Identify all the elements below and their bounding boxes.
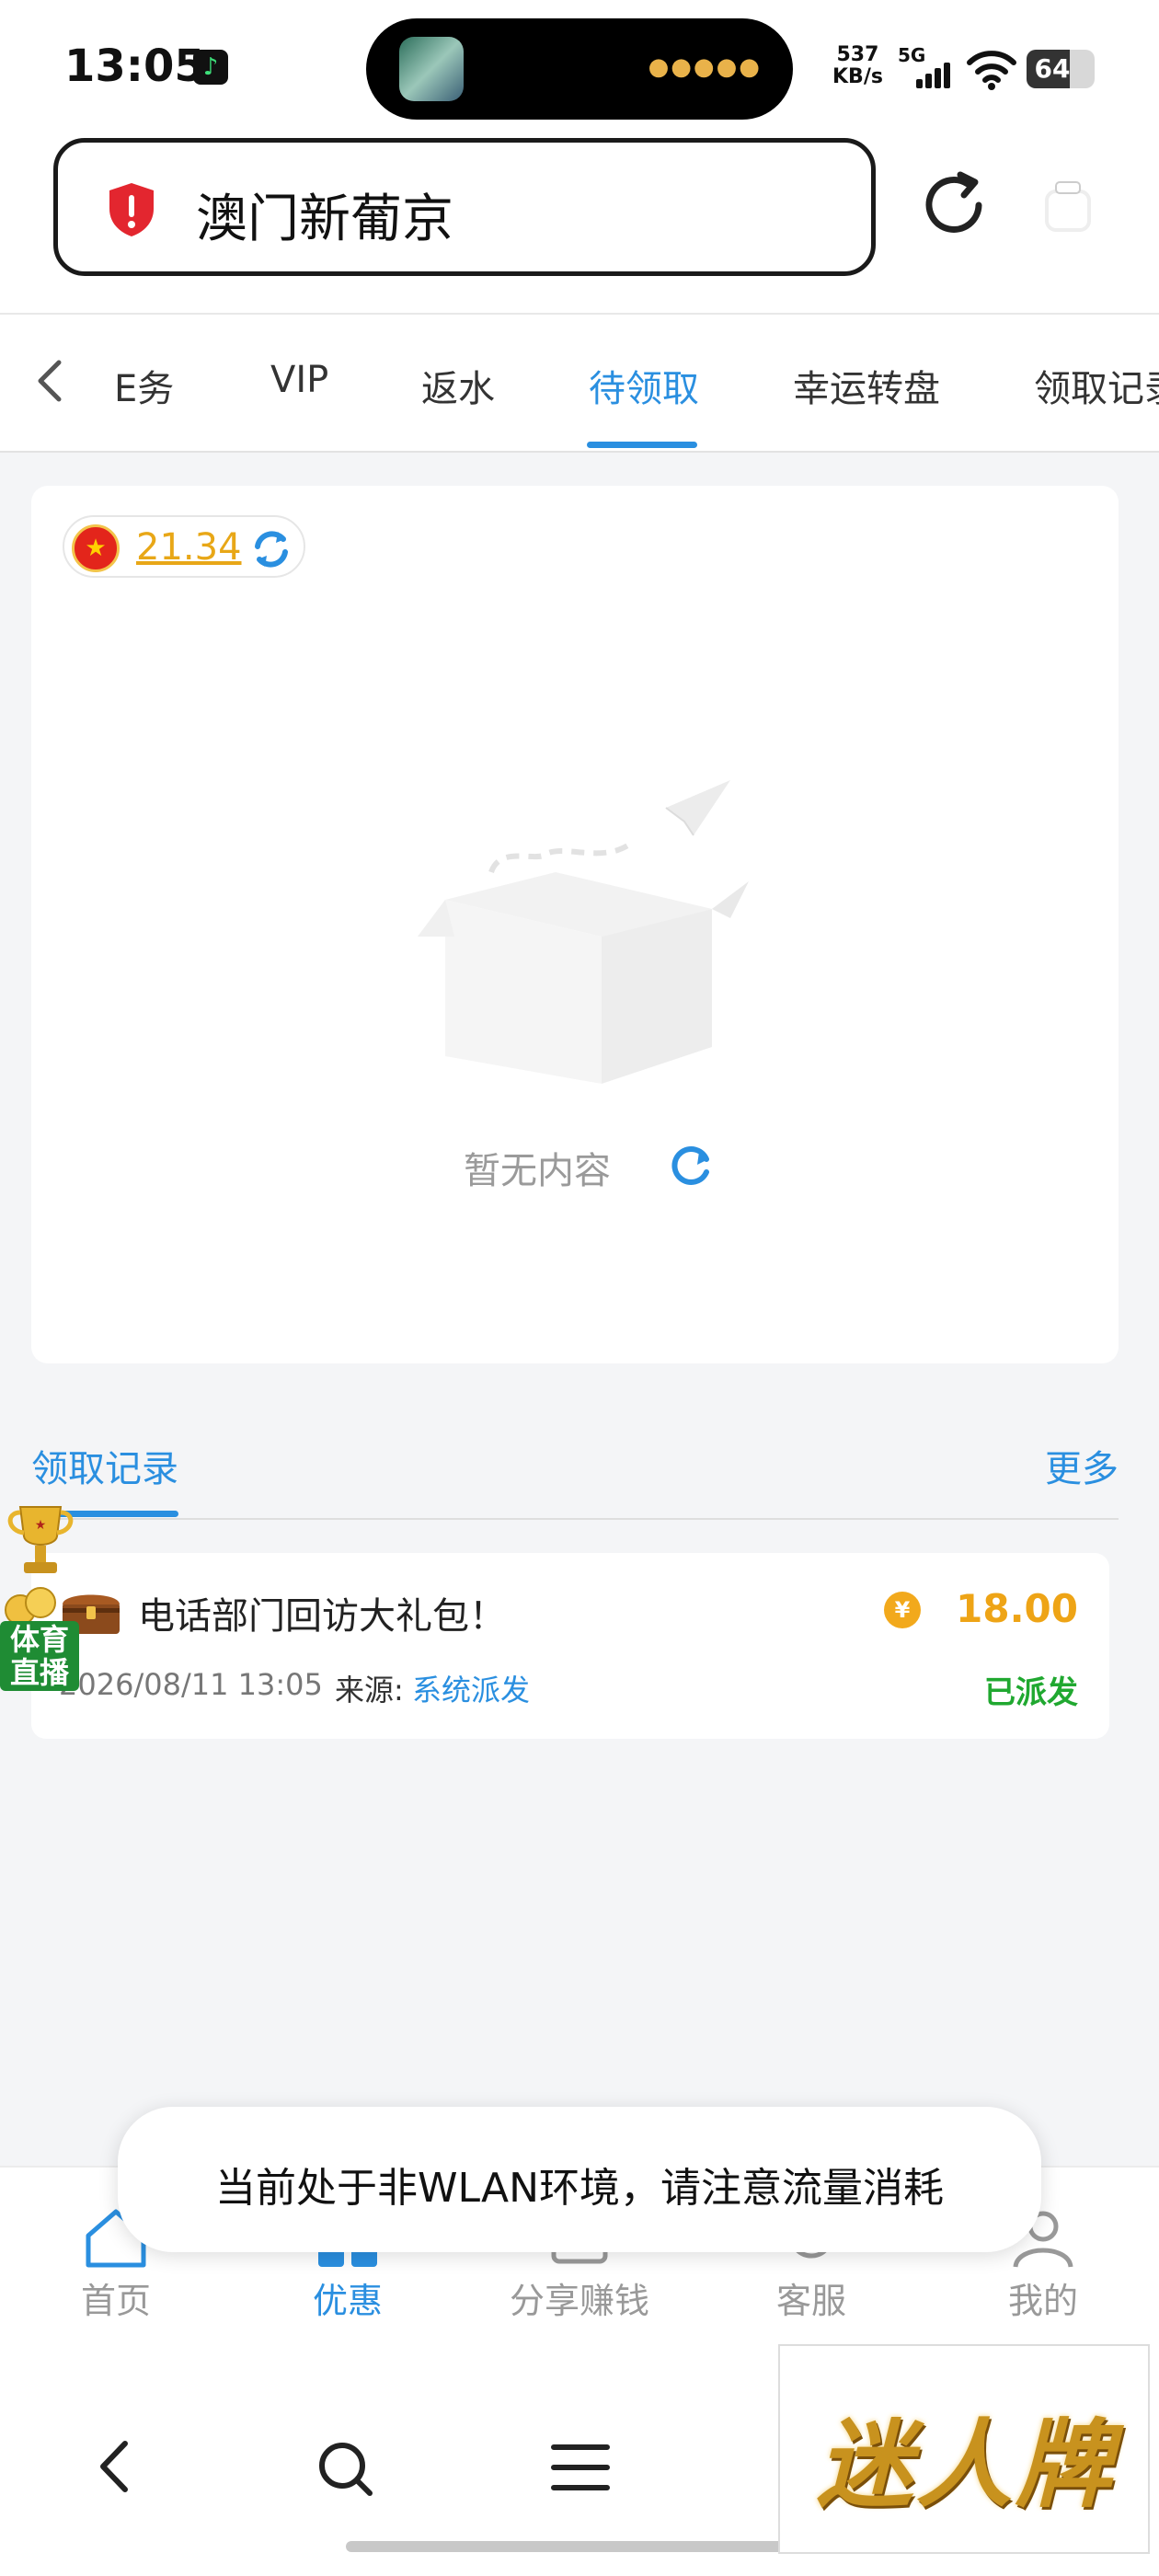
activity-dots-icon: ●●●●● <box>648 53 762 81</box>
tab-tasks[interactable]: E务 <box>114 359 174 412</box>
wallet-balance[interactable]: ★ 21.34 <box>63 515 305 578</box>
security-warning-icon[interactable] <box>106 181 157 238</box>
sports-label-line2: 直播 <box>9 1655 69 1690</box>
network-toast: 当前处于非WLAN环境，请注意流量消耗 <box>118 2107 1041 2252</box>
back-icon[interactable] <box>92 2434 138 2499</box>
music-app-icon: ♪ <box>193 50 228 85</box>
record-date: 2026/08/11 13:05 <box>59 1667 323 1702</box>
tab-vip[interactable]: VIP <box>270 359 328 401</box>
status-bar: 13:05 ♪ ●●●●● 537 KB/s 5G 64 <box>0 0 1159 138</box>
tab-lucky-wheel[interactable]: 幸运转盘 <box>793 359 940 412</box>
browser-toolbar: 澳门新葡京 <box>0 138 1159 315</box>
network-speed: 537 KB/s <box>832 44 883 88</box>
reload-icon[interactable] <box>914 166 993 245</box>
refresh-icon[interactable] <box>666 1139 717 1190</box>
pending-claim-panel: ★ 21.34 暂无内容 <box>31 486 1119 1363</box>
search-icon[interactable] <box>315 2438 375 2499</box>
record-amount: 18.00 <box>956 1586 1078 1631</box>
nav-promotions-label: 优惠 <box>312 2281 383 2321</box>
tabs-switcher-icon[interactable] <box>1038 175 1096 239</box>
sports-live-label: 体育 直播 <box>0 1621 79 1691</box>
claim-records-header: 领取记录 更多 <box>31 1417 1119 1520</box>
empty-state-text: 暂无内容 <box>464 1150 611 1192</box>
tabs-scroll-left-icon[interactable] <box>28 353 74 408</box>
category-tabs: E务 VIP 返水 待领取 幸运转盘 领取记录 <box>0 315 1159 453</box>
more-link[interactable]: 更多 <box>1045 1439 1119 1492</box>
trophy-icon: ★ <box>7 1506 74 1573</box>
tab-claim-history[interactable]: 领取记录 <box>1034 359 1159 412</box>
claim-record-item[interactable]: 电话部门回访大礼包！ ¥ 18.00 2026/08/11 13:05 来源: … <box>31 1553 1109 1739</box>
tab-rebate[interactable]: 返水 <box>421 359 495 412</box>
battery-level: 64 <box>1034 53 1071 84</box>
record-status: 已派发 <box>984 1674 1078 1711</box>
network-speed-value: 537 <box>836 43 879 66</box>
dynamic-island[interactable]: ●●●●● <box>366 18 793 120</box>
status-time: 13:05 <box>64 40 205 92</box>
china-flag-icon: ★ <box>72 524 120 572</box>
nav-home-label: 首页 <box>80 2281 151 2321</box>
active-tab-indicator <box>587 442 697 448</box>
record-source-label: 来源: <box>335 1673 404 1708</box>
nav-customer-service-label: 客服 <box>775 2281 846 2321</box>
claim-records-title[interactable]: 领取记录 <box>31 1439 178 1492</box>
network-speed-unit: KB/s <box>832 65 883 88</box>
media-thumbnail <box>399 37 464 101</box>
signal-icon <box>911 63 953 88</box>
empty-box-illustration <box>418 780 749 1084</box>
coin-icon: ¥ <box>884 1592 921 1628</box>
svg-text:★: ★ <box>35 1518 47 1533</box>
refresh-balance-icon[interactable] <box>248 526 294 572</box>
nav-share-earn-label: 分享赚钱 <box>509 2281 649 2321</box>
watermark-logo: 迷人牌 <box>778 2344 1150 2554</box>
sports-label-line1: 体育 <box>9 1622 69 1657</box>
record-name: 电话部门回访大礼包！ <box>138 1595 506 1638</box>
address-bar[interactable]: 澳门新葡京 <box>53 138 876 276</box>
battery-icon: 64 <box>1027 50 1095 88</box>
balance-value[interactable]: 21.34 <box>136 526 242 569</box>
tab-pending-claim[interactable]: 待领取 <box>589 359 699 412</box>
menu-icon[interactable] <box>550 2440 611 2495</box>
page-title[interactable]: 澳门新葡京 <box>196 178 453 252</box>
toast-message: 当前处于非WLAN环境，请注意流量消耗 <box>214 2165 945 2212</box>
home-indicator[interactable] <box>346 2541 813 2552</box>
watermark-text: 迷人牌 <box>816 2409 1115 2521</box>
nav-profile-label: 我的 <box>1007 2281 1078 2321</box>
sports-live-floating-button[interactable]: ★ 体育 直播 <box>0 1500 83 1702</box>
record-source: 系统派发 <box>412 1673 531 1708</box>
wifi-icon <box>967 51 1016 90</box>
